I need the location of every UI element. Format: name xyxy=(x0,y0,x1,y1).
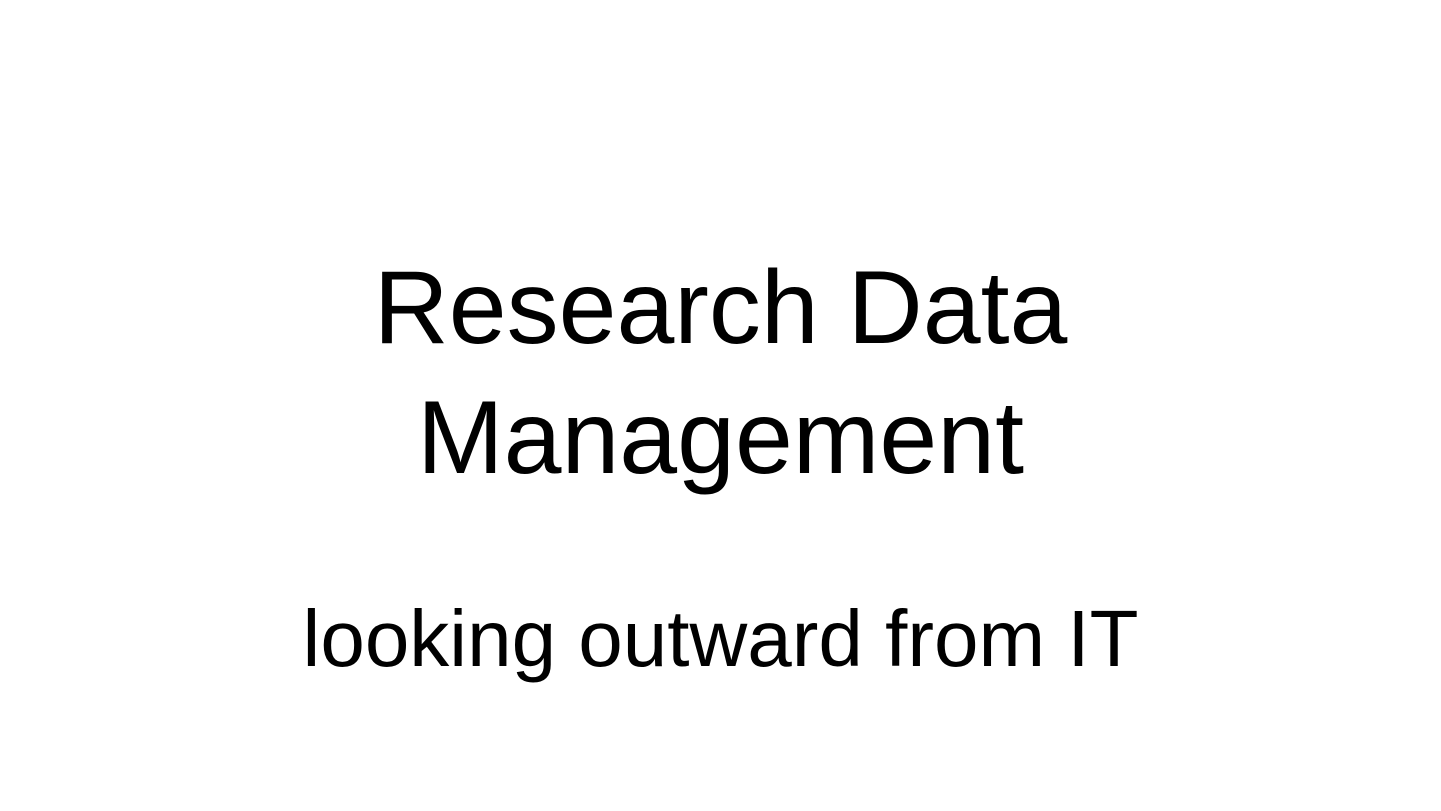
slide-title-line-2: Management xyxy=(416,380,1025,496)
slide: Research Data Management looking outward… xyxy=(0,0,1441,811)
slide-title: Research Data Management xyxy=(0,243,1441,503)
slide-title-line-1: Research Data xyxy=(373,250,1068,366)
slide-subtitle: looking outward from IT xyxy=(302,594,1139,683)
